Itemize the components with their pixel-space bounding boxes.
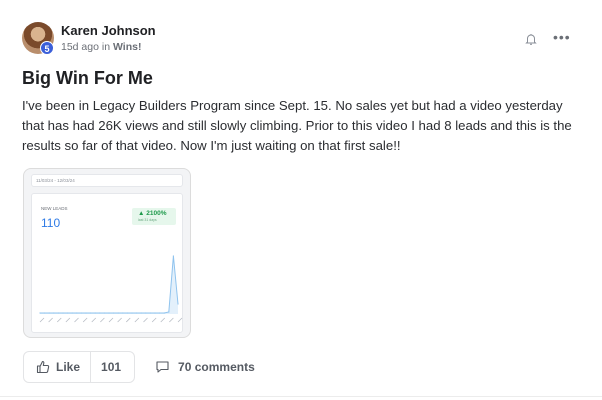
chart-point (136, 312, 138, 314)
chart-point (154, 312, 156, 314)
x-tick-label (82, 317, 88, 323)
x-tick-label (134, 317, 140, 323)
chart-point (99, 312, 101, 314)
post-subline: 15d ago in Wins! (61, 41, 156, 53)
chart-point (149, 312, 151, 314)
chart-point (62, 312, 64, 314)
like-label: Like (56, 360, 81, 374)
date-range: 11/03/24 - 12/03/24 (31, 174, 183, 187)
x-tick-label (74, 317, 79, 323)
level-badge: 5 (40, 41, 54, 55)
chart-line (40, 255, 179, 314)
chart-point (145, 312, 147, 314)
chart-point (90, 312, 92, 314)
thumbs-up-icon (36, 360, 50, 374)
like-count[interactable]: 101 (91, 352, 134, 382)
chart-point (39, 312, 41, 314)
x-tick-label (56, 317, 62, 323)
chart-point (126, 312, 128, 314)
chart-point (44, 312, 46, 314)
x-tick-label (91, 317, 97, 323)
comments-button[interactable]: 70 comments (155, 360, 255, 374)
chart-point (122, 312, 124, 314)
like-button[interactable]: Like (24, 352, 92, 382)
leads-chart (39, 255, 183, 323)
x-tick-label (125, 317, 131, 323)
comment-icon (156, 361, 169, 373)
chart-point (53, 312, 55, 314)
leads-card: NEW LEADS 110 ▲ 2100% last 31 days (31, 193, 183, 333)
chart-point (48, 312, 50, 314)
author-name[interactable]: Karen Johnson (61, 23, 156, 39)
chart-point (140, 312, 142, 314)
x-tick-label (177, 317, 183, 323)
more-options-icon[interactable]: ••• (553, 29, 571, 45)
avatar[interactable]: 5 (22, 22, 54, 55)
category-link[interactable]: Wins! (113, 41, 142, 53)
chart-point (103, 312, 105, 314)
post-actions: Like 101 70 comments (23, 351, 255, 383)
x-tick-label (48, 317, 53, 323)
x-tick-label (100, 317, 105, 323)
chart-point (108, 312, 110, 314)
chart-point (71, 312, 73, 314)
post-body: I've been in Legacy Builders Program sin… (22, 98, 572, 153)
x-tick-label (143, 317, 148, 323)
chart-point (57, 312, 59, 314)
chart-point (113, 312, 115, 314)
time-ago: 15d ago in (61, 41, 113, 53)
chart-area (40, 256, 178, 314)
post-meta: Karen Johnson 15d ago in Wins! (61, 22, 156, 53)
chart-point (172, 255, 174, 257)
x-tick-label (160, 317, 166, 323)
post-image[interactable]: 11/03/24 - 12/03/24 NEW LEADS 110 ▲ 2100… (23, 168, 191, 338)
x-tick-label (151, 317, 157, 323)
like-group: Like 101 (23, 351, 136, 383)
post-title: Big Win For Me (22, 68, 153, 88)
chart-point (163, 312, 165, 314)
chart-point (177, 303, 179, 305)
bell-icon[interactable] (524, 32, 538, 46)
post-header: 5 Karen Johnson 15d ago in Wins! (22, 22, 156, 55)
chart-point (80, 312, 82, 314)
x-tick-label (108, 317, 114, 323)
x-tick-label (117, 317, 122, 323)
chart-point (168, 311, 170, 313)
x-tick-label (169, 317, 174, 323)
chart-point (131, 312, 133, 314)
chart-point (94, 312, 96, 314)
chart-point (76, 312, 78, 314)
chart-point (117, 312, 119, 314)
comments-label: 70 comments (178, 360, 255, 374)
divider (0, 396, 602, 397)
x-tick-label (65, 317, 71, 323)
chart-point (159, 312, 161, 314)
chart-point (67, 312, 69, 314)
x-tick-label (39, 317, 45, 323)
chart-point (85, 312, 87, 314)
